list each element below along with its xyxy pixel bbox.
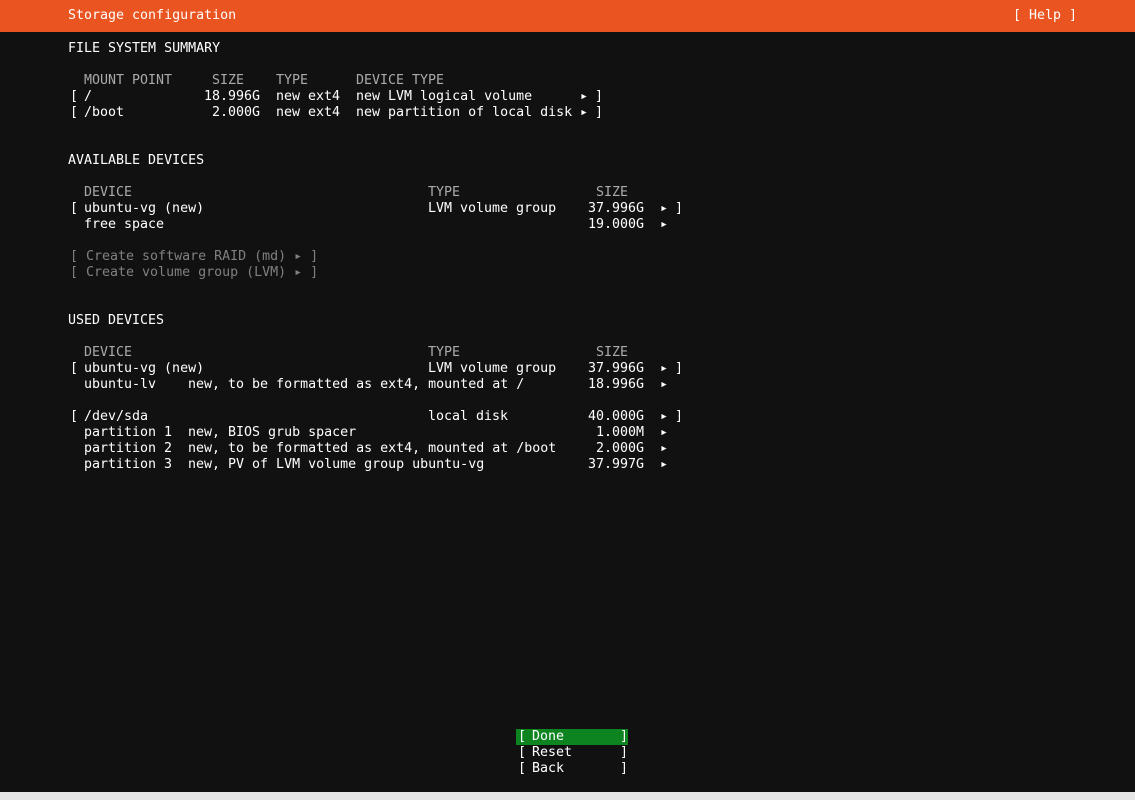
column-header-type: TYPE [428,345,461,360]
back-button-label: Back [532,761,565,776]
arrow-right-icon[interactable]: ▸ [660,361,668,377]
device-name: partition 2 [84,441,173,456]
available-row-free-space[interactable]: free space 19.000G ▸ [0,217,1135,233]
device-size: 1.000M [595,425,644,440]
arrow-right-icon[interactable]: ▸ [660,457,668,473]
device-description: new, to be formatted as ext4, mounted at… [188,441,557,456]
title-bar: Storage configuration [ Help ] [0,0,1135,32]
bracket-close: ] [620,745,629,760]
device-name: partition 1 [84,425,173,440]
reset-button-label: Reset [532,745,573,760]
column-header-size: SIZE [596,185,629,200]
fs-device-type: new LVM logical volume [356,89,533,104]
bracket-open: [ [70,89,79,104]
arrow-right-icon[interactable]: ▸ [660,217,668,233]
column-header-type: TYPE [428,185,461,200]
column-header-device: DEVICE [84,345,133,360]
arrow-right-icon[interactable]: ▸ [660,377,668,393]
bottom-bar [0,792,1135,800]
help-button[interactable]: [ Help ] [1013,8,1077,24]
arrow-right-icon[interactable]: ▸ [660,409,668,425]
bracket-open: [ [70,361,79,376]
create-raid-button[interactable]: [ Create software RAID (md) ▸ ] [70,249,318,265]
bracket-open: [ [518,729,527,744]
device-name: ubuntu-lv [84,377,157,392]
fs-size: 2.000G [211,105,260,120]
bracket-close: ] [675,201,684,216]
done-button[interactable]: [ Done ] [516,729,628,745]
arrow-right-icon[interactable]: ▸ [580,89,588,105]
fs-size: 18.996G [203,89,260,104]
arrow-right-icon[interactable]: ▸ [660,425,668,441]
used-row-ubuntu-vg[interactable]: [ ubuntu-vg (new) LVM volume group 37.99… [0,361,1135,377]
device-name: partition 3 [84,457,173,472]
fs-mount-point: /boot [84,105,125,120]
fs-summary-header-row: MOUNT POINT SIZE TYPE DEVICE TYPE [0,73,1135,89]
page-title: Storage configuration [68,8,237,23]
arrow-right-icon[interactable]: ▸ [580,105,588,121]
device-type: LVM volume group [428,361,557,376]
bracket-open: [ [70,105,79,120]
fs-device-type: new partition of local disk [356,105,573,120]
column-header-device: DEVICE [84,185,133,200]
fs-row-boot[interactable]: [ /boot 2.000G new ext4 new partition of… [0,105,1135,121]
device-size: 40.000G [587,409,644,424]
column-header-size: SIZE [596,345,629,360]
arrow-right-icon[interactable]: ▸ [660,441,668,457]
fs-row-root[interactable]: [ / 18.996G new ext4 new LVM logical vol… [0,89,1135,105]
device-type: LVM volume group [428,201,557,216]
device-description: new, BIOS grub spacer [188,425,357,440]
bracket-close: ] [675,361,684,376]
device-size: 37.997G [587,457,644,472]
used-row-partition-1[interactable]: partition 1 new, BIOS grub spacer 1.000M… [0,425,1135,441]
bracket-open: [ [70,409,79,424]
used-row-ubuntu-lv[interactable]: ubuntu-lv new, to be formatted as ext4, … [0,377,1135,393]
device-size: 37.996G [587,201,644,216]
column-header-type: TYPE [276,73,309,88]
device-size: 18.996G [587,377,644,392]
used-header-row: DEVICE TYPE SIZE [0,345,1135,361]
back-button[interactable]: [ Back ] [516,761,628,777]
fs-type: new ext4 [276,105,341,120]
bracket-open: [ [70,201,79,216]
reset-button[interactable]: [ Reset ] [516,745,628,761]
available-devices-heading: AVAILABLE DEVICES [68,153,205,168]
column-header-size: SIZE [212,73,245,88]
used-row-dev-sda[interactable]: [ /dev/sda local disk 40.000G ▸ ] [0,409,1135,425]
fs-summary-heading: FILE SYSTEM SUMMARY [68,41,221,56]
bracket-close: ] [620,729,629,744]
device-name: free space [84,217,165,232]
column-header-mount-point: MOUNT POINT [84,73,173,88]
fs-mount-point: / [84,89,93,104]
arrow-right-icon[interactable]: ▸ [660,201,668,217]
device-description: new, PV of LVM volume group ubuntu-vg [188,457,485,472]
device-type: local disk [428,409,509,424]
used-row-partition-3[interactable]: partition 3 new, PV of LVM volume group … [0,457,1135,473]
fs-type: new ext4 [276,89,341,104]
available-row-ubuntu-vg[interactable]: [ ubuntu-vg (new) LVM volume group 37.99… [0,201,1135,217]
bracket-close: ] [595,105,604,120]
create-lvm-button[interactable]: [ Create volume group (LVM) ▸ ] [70,265,318,281]
available-header-row: DEVICE TYPE SIZE [0,185,1135,201]
used-row-partition-2[interactable]: partition 2 new, to be formatted as ext4… [0,441,1135,457]
bracket-close: ] [595,89,604,104]
bracket-open: [ [518,745,527,760]
device-name: /dev/sda [84,409,149,424]
bracket-close: ] [675,409,684,424]
device-size: 2.000G [595,441,644,456]
device-name: ubuntu-vg (new) [84,201,205,216]
device-size: 37.996G [587,361,644,376]
bracket-open: [ [518,761,527,776]
device-size: 19.000G [587,217,644,232]
device-description: new, to be formatted as ext4, mounted at… [188,377,525,392]
device-name: ubuntu-vg (new) [84,361,205,376]
bracket-close: ] [620,761,629,776]
column-header-device-type: DEVICE TYPE [356,73,445,88]
used-devices-heading: USED DEVICES [68,313,165,328]
done-button-label: Done [532,729,565,744]
